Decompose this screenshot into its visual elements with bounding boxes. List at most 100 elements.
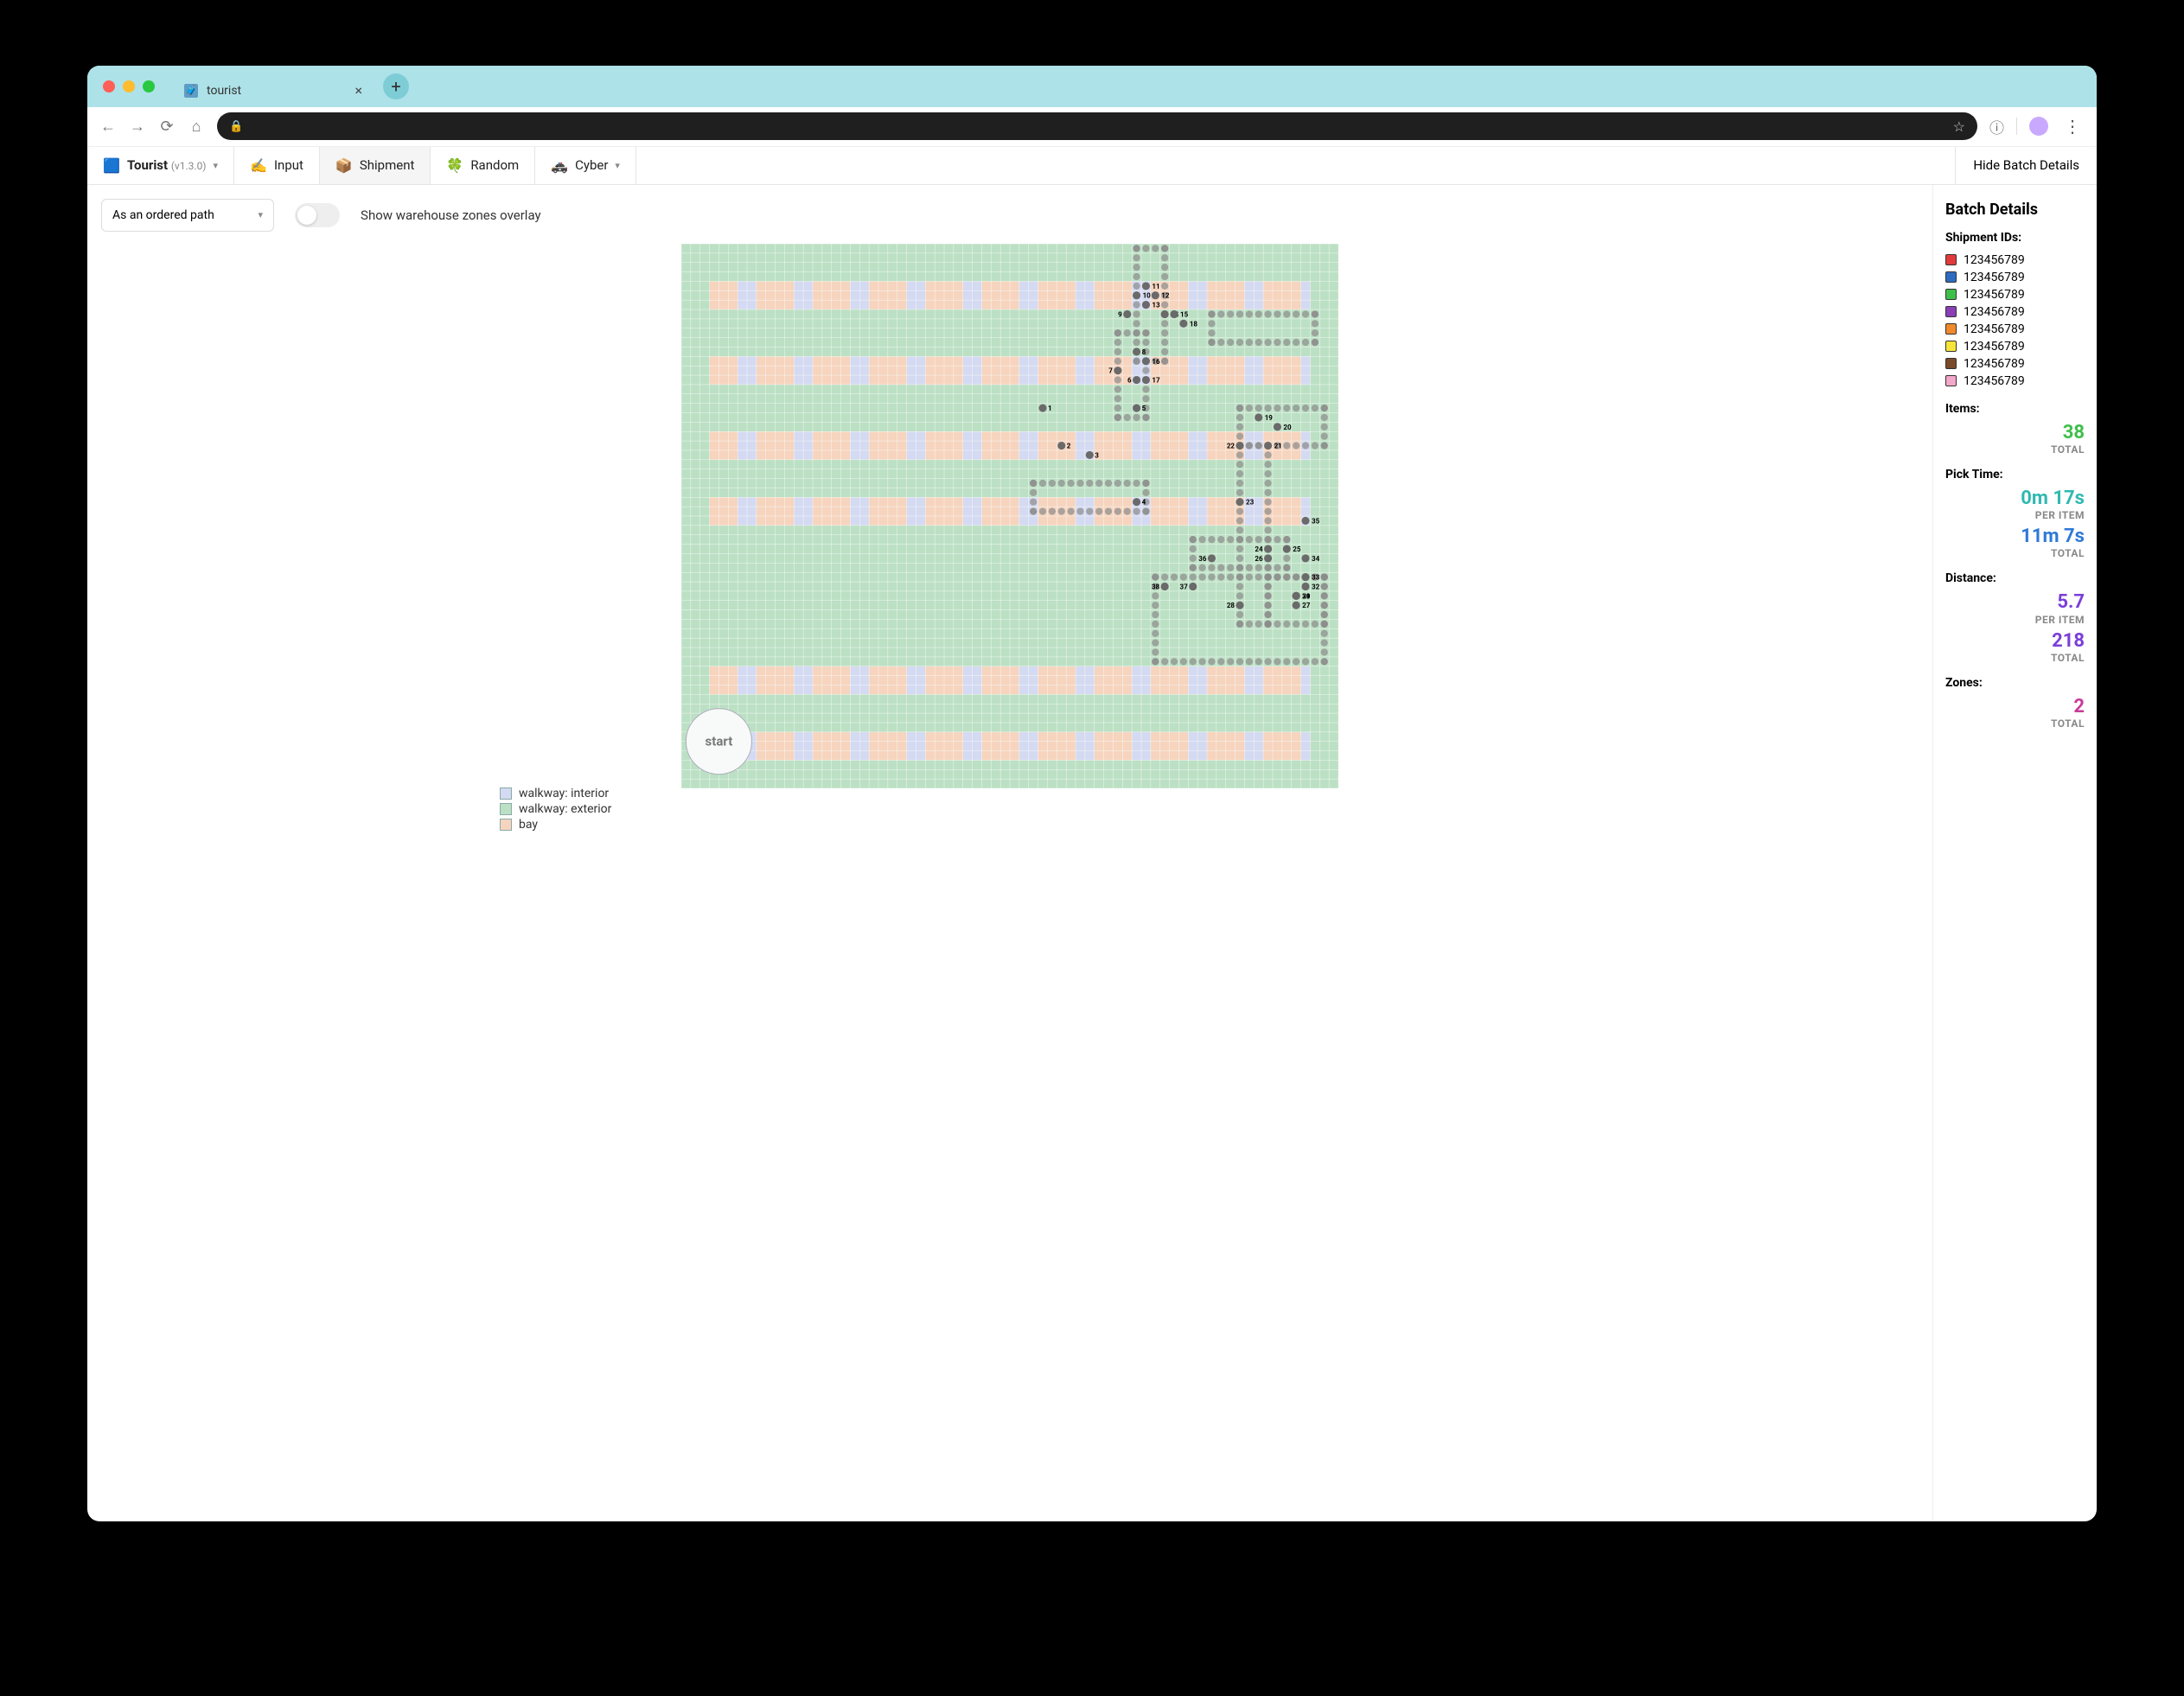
svg-text:9: 9: [1118, 310, 1122, 318]
shipment-row[interactable]: 123456789: [1945, 338, 2085, 355]
close-tab-button[interactable]: ×: [354, 82, 362, 99]
batch-details-sidebar: Batch Details Shipment IDs: 123456789123…: [1932, 185, 2097, 1521]
stat-value: 11m 7s: [1945, 526, 2085, 547]
shipment-id: 123456789: [1964, 271, 2025, 284]
tab-tourist[interactable]: 🟦 Tourist (v1.3.0) ▾: [87, 147, 234, 184]
tab-label: Input: [274, 157, 303, 173]
path-mode-select[interactable]: As an ordered path ▾: [101, 199, 274, 232]
picktime-per-stat: 0m 17s PER ITEM: [1945, 488, 2085, 521]
shipment-id: 123456789: [1964, 357, 2025, 371]
main-panel: As an ordered path ▾ Show warehouse zone…: [87, 185, 1932, 1521]
shipment-row[interactable]: 123456789: [1945, 286, 2085, 303]
shipment-color-swatch: [1945, 289, 1957, 300]
chevron-down-icon: ▾: [259, 209, 264, 220]
svg-text:5: 5: [1142, 405, 1146, 412]
svg-text:12: 12: [1161, 292, 1170, 300]
svg-text:28: 28: [1227, 602, 1236, 609]
hide-details-button[interactable]: Hide Batch Details: [1955, 147, 2097, 184]
stat-value: 218: [1945, 631, 2085, 652]
stat-caption: TOTAL: [1945, 717, 2085, 730]
svg-text:27: 27: [1302, 602, 1311, 609]
new-tab-button[interactable]: +: [383, 73, 409, 99]
pencil-icon: ✍️: [250, 157, 267, 174]
stat-caption: TOTAL: [1945, 547, 2085, 559]
url-input[interactable]: 🔒 ☆: [217, 112, 1977, 140]
browser-menu-button[interactable]: ⋮: [2060, 116, 2085, 137]
svg-text:34: 34: [1312, 555, 1320, 563]
shipment-color-swatch: [1945, 306, 1957, 317]
shipment-row[interactable]: 123456789: [1945, 321, 2085, 338]
svg-text:22: 22: [1227, 442, 1236, 450]
shipments-heading: Shipment IDs:: [1945, 231, 2085, 245]
shipment-id: 123456789: [1964, 322, 2025, 336]
tab-title: tourist: [207, 84, 241, 98]
hide-label: Hide Batch Details: [1973, 157, 2079, 173]
map-legend: walkway: interior walkway: exterior bay: [500, 785, 611, 832]
stat-caption: PER ITEM: [1945, 614, 2085, 626]
shipment-color-swatch: [1945, 358, 1957, 369]
svg-text:3: 3: [1095, 451, 1099, 459]
svg-text:32: 32: [1312, 583, 1320, 590]
bookmark-star-icon[interactable]: ☆: [1953, 118, 1965, 135]
map-canvas[interactable]: 1234567891011121314151617181920212223242…: [681, 244, 1338, 788]
svg-text:24: 24: [1255, 545, 1263, 553]
profile-avatar[interactable]: [2029, 117, 2048, 136]
tab-shipment[interactable]: 📦 Shipment: [320, 147, 431, 184]
shipment-row[interactable]: 123456789: [1945, 252, 2085, 269]
zones-heading: Zones:: [1945, 676, 2085, 690]
plus-icon: +: [391, 76, 400, 97]
browser-tab-strip: 🧳 tourist × +: [87, 66, 2097, 107]
clover-icon: 🍀: [446, 157, 463, 174]
svg-text:37: 37: [1180, 583, 1189, 590]
maximize-window-button[interactable]: [143, 80, 155, 92]
warehouse-map: 1234567891011121314151617181920212223242…: [681, 244, 1338, 788]
overlay-toggle[interactable]: [295, 203, 340, 227]
chevron-down-icon: ▾: [214, 160, 219, 171]
shipment-row[interactable]: 123456789: [1945, 373, 2085, 390]
svg-text:36: 36: [1198, 555, 1207, 563]
package-icon: 📦: [335, 157, 353, 174]
tab-input[interactable]: ✍️ Input: [234, 147, 320, 184]
svg-text:19: 19: [1265, 414, 1274, 422]
legend-interior: walkway: interior: [500, 787, 611, 800]
svg-text:13: 13: [1152, 301, 1160, 309]
controls-row: As an ordered path ▾ Show warehouse zone…: [101, 199, 1919, 232]
shipment-color-swatch: [1945, 271, 1957, 283]
chevron-down-icon: ▾: [615, 160, 620, 171]
tab-cyber[interactable]: 🚓 Cyber ▾: [535, 147, 636, 184]
site-info-button[interactable]: ⓘ: [1989, 116, 2004, 137]
swatch-icon: [500, 787, 512, 800]
reload-button[interactable]: ⟳: [158, 118, 176, 136]
shipment-row[interactable]: 123456789: [1945, 355, 2085, 373]
tourist-icon: 🟦: [103, 157, 120, 174]
spacer: [636, 147, 1955, 184]
shipment-color-swatch: [1945, 254, 1957, 265]
home-button[interactable]: ⌂: [188, 118, 205, 136]
svg-text:33: 33: [1312, 573, 1320, 581]
svg-text:1: 1: [1048, 405, 1052, 412]
svg-text:2: 2: [1067, 442, 1071, 450]
svg-text:31: 31: [1302, 592, 1310, 600]
forward-button[interactable]: →: [129, 118, 146, 136]
picktime-heading: Pick Time:: [1945, 468, 2085, 481]
shipment-row[interactable]: 123456789: [1945, 303, 2085, 321]
overlay-toggle-label: Show warehouse zones overlay: [361, 207, 541, 223]
items-total-stat: 38 TOTAL: [1945, 423, 2085, 456]
minimize-window-button[interactable]: [123, 80, 135, 92]
close-window-button[interactable]: [103, 80, 115, 92]
shipment-id: 123456789: [1964, 253, 2025, 267]
back-button[interactable]: ←: [99, 118, 117, 136]
shipment-row[interactable]: 123456789: [1945, 269, 2085, 286]
svg-text:7: 7: [1108, 367, 1113, 374]
svg-text:35: 35: [1312, 517, 1320, 525]
shipment-list: 1234567891234567891234567891234567891234…: [1945, 252, 2085, 390]
tab-random[interactable]: 🍀 Random: [431, 147, 535, 184]
svg-text:16: 16: [1152, 358, 1160, 366]
svg-text:18: 18: [1190, 320, 1198, 328]
picktime-total-stat: 11m 7s TOTAL: [1945, 526, 2085, 559]
shipment-color-swatch: [1945, 375, 1957, 386]
content-area: As an ordered path ▾ Show warehouse zone…: [87, 185, 2097, 1521]
select-value: As an ordered path: [112, 208, 214, 222]
browser-tab[interactable]: 🧳 tourist ×: [174, 74, 373, 107]
tab-label: Shipment: [360, 157, 415, 173]
